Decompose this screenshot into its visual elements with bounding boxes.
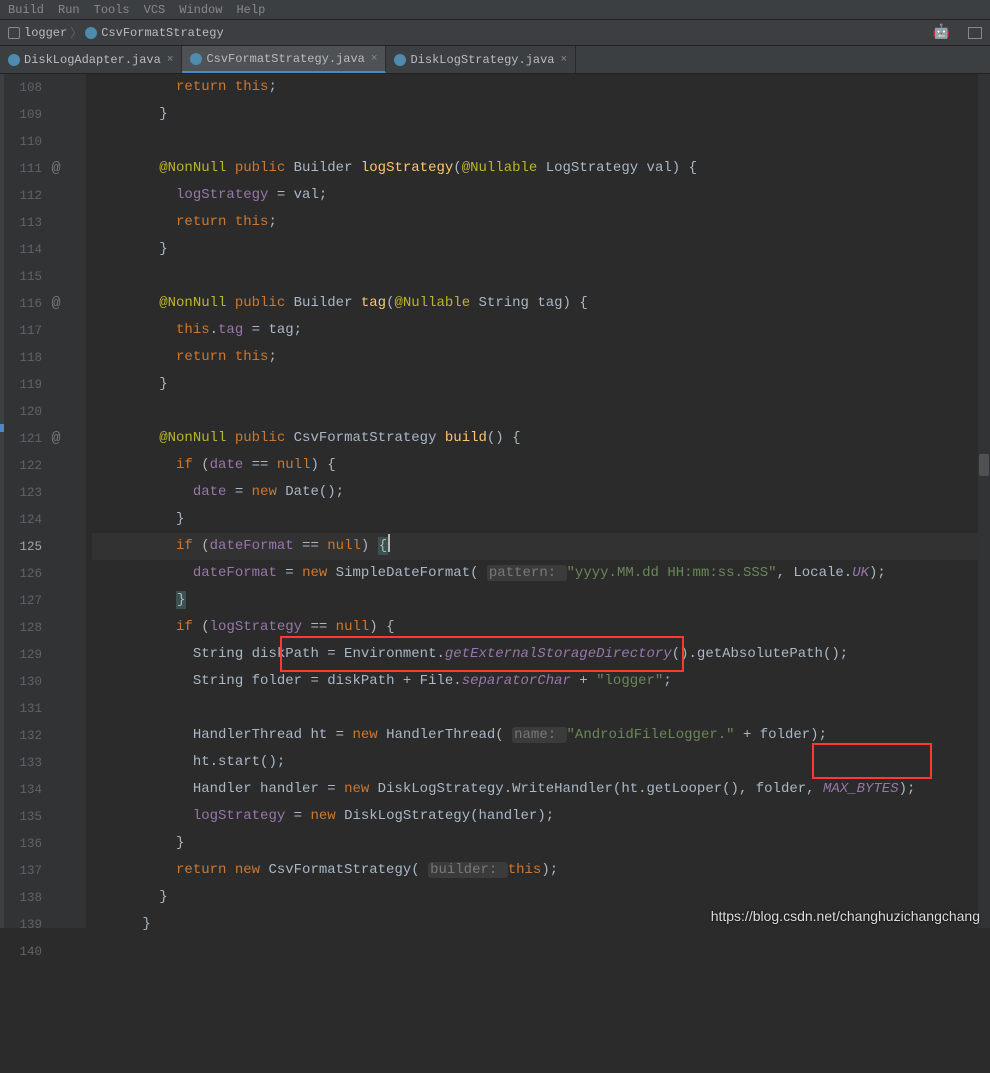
sidebar-marker <box>0 424 4 432</box>
code-line[interactable]: logStrategy = val; <box>92 182 990 209</box>
code-line[interactable]: @NonNull public Builder logStrategy(@Nul… <box>92 155 990 182</box>
code-line[interactable]: @NonNull public CsvFormatStrategy build(… <box>92 425 990 452</box>
code-line[interactable] <box>92 398 990 425</box>
code-line[interactable] <box>92 263 990 290</box>
menu-help[interactable]: Help <box>236 3 265 17</box>
code-line[interactable]: } <box>92 587 990 614</box>
class-icon <box>190 53 202 65</box>
code-line[interactable]: return this; <box>92 344 990 371</box>
code-line[interactable]: if (date == null) { <box>92 452 990 479</box>
editor[interactable]: 1081091101111121131141151161171181191201… <box>0 74 990 928</box>
code-line[interactable]: } <box>92 830 990 857</box>
code-line[interactable] <box>92 128 990 155</box>
code-line[interactable]: date = new Date(); <box>92 479 990 506</box>
module-icon <box>8 27 20 39</box>
menu-vcs[interactable]: VCS <box>144 3 166 17</box>
code-line[interactable]: } <box>92 101 990 128</box>
code-line[interactable]: ht.start(); <box>92 749 990 776</box>
class-icon <box>8 54 20 66</box>
navigation-bar: logger 〉 CsvFormatStrategy 🤖 <box>0 20 990 46</box>
breadcrumb-class[interactable]: CsvFormatStrategy <box>101 26 223 40</box>
code-line[interactable]: } <box>92 236 990 263</box>
menu-run[interactable]: Run <box>58 3 80 17</box>
scrollbar-thumb[interactable] <box>979 454 989 476</box>
code-line[interactable]: Handler handler = new DiskLogStrategy.Wr… <box>92 776 990 803</box>
menubar: Build Run Tools VCS Window Help <box>0 0 990 20</box>
code-line[interactable]: dateFormat = new SimpleDateFormat( patte… <box>92 560 990 587</box>
editor-tabs: DiskLogAdapter.java × CsvFormatStrategy.… <box>0 46 990 74</box>
code-line[interactable]: } <box>92 506 990 533</box>
code-line[interactable]: return this; <box>92 74 990 101</box>
close-icon[interactable]: × <box>561 54 568 66</box>
line-numbers: 1081091101111121131141151161171181191201… <box>0 74 50 928</box>
tab-label: DiskLogAdapter.java <box>24 53 161 67</box>
window-icon[interactable] <box>968 27 982 39</box>
watermark: https://blog.csdn.net/changhuzichangchan… <box>711 908 980 924</box>
code-line[interactable]: String diskPath = Environment.getExterna… <box>92 641 990 668</box>
code-line[interactable]: } <box>92 884 990 911</box>
tab-disklogadapter[interactable]: DiskLogAdapter.java × <box>0 46 182 73</box>
close-icon[interactable]: × <box>167 54 174 66</box>
breadcrumb: logger 〉 CsvFormatStrategy <box>8 24 224 41</box>
class-icon <box>85 27 97 39</box>
tab-label: DiskLogStrategy.java <box>410 53 554 67</box>
code-line[interactable]: return new CsvFormatStrategy( builder: t… <box>92 857 990 884</box>
code-line[interactable] <box>92 695 990 722</box>
code-line[interactable]: } <box>92 371 990 398</box>
tab-label: CsvFormatStrategy.java <box>206 52 364 66</box>
tab-csvformatstrategy[interactable]: CsvFormatStrategy.java × <box>182 46 386 73</box>
tab-disklogstrategy[interactable]: DiskLogStrategy.java × <box>386 46 576 73</box>
breadcrumb-module[interactable]: logger <box>24 26 67 40</box>
breadcrumb-separator: 〉 <box>70 24 82 41</box>
vertical-scrollbar[interactable] <box>978 74 990 928</box>
code-line[interactable]: if (logStrategy == null) { <box>92 614 990 641</box>
menu-build[interactable]: Build <box>8 3 44 17</box>
code-line[interactable]: HandlerThread ht = new HandlerThread( na… <box>92 722 990 749</box>
code-line[interactable]: this.tag = tag; <box>92 317 990 344</box>
code-line[interactable]: String folder = diskPath + File.separato… <box>92 668 990 695</box>
code-line[interactable] <box>92 938 990 965</box>
code-line[interactable]: @NonNull public Builder tag(@Nullable St… <box>92 290 990 317</box>
android-icon[interactable]: 🤖 <box>933 24 950 41</box>
code-line[interactable]: return this; <box>92 209 990 236</box>
code-line[interactable]: if (dateFormat == null) { <box>92 533 990 560</box>
tool-sidebar[interactable] <box>0 74 4 928</box>
class-icon <box>394 54 406 66</box>
menu-tools[interactable]: Tools <box>94 3 130 17</box>
menu-window[interactable]: Window <box>179 3 222 17</box>
marker-gutter: @@@ <box>50 74 70 928</box>
fold-gutter <box>70 74 86 928</box>
code-line[interactable]: logStrategy = new DiskLogStrategy(handle… <box>92 803 990 830</box>
close-icon[interactable]: × <box>371 53 378 65</box>
code-area[interactable]: return this; } @NonNull public Builder l… <box>86 74 990 928</box>
